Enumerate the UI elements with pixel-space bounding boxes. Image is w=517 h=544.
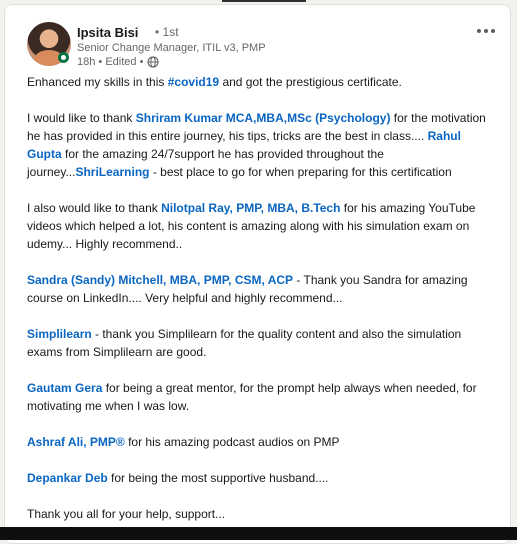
- mention-depankar-deb[interactable]: Depankar Deb: [27, 471, 108, 485]
- paragraph-2: I would like to thank Shriram Kumar MCA,…: [27, 111, 486, 179]
- paragraph-5: Simplilearn - thank you Simplilearn for …: [27, 327, 462, 359]
- mention-ashraf-ali[interactable]: Ashraf Ali, PMP®: [27, 435, 125, 449]
- mention-nilotpal-ray[interactable]: Nilotpal Ray, PMP, MBA, B.Tech: [161, 201, 340, 215]
- feed-post-card: Ipsita Bisi • 1st Senior Change Manager,…: [4, 4, 511, 544]
- mention-shrilearning[interactable]: ShriLearning: [75, 165, 149, 179]
- more-options-icon: [477, 29, 481, 33]
- paragraph-1: Enhanced my skills in this #covid19 and …: [27, 75, 402, 89]
- mention-shriram-kumar[interactable]: Shriram Kumar MCA,MBA,MSc (Psychology): [136, 111, 391, 125]
- post-meta: 18h • Edited •: [77, 56, 144, 68]
- top-edge-bar: [222, 0, 306, 2]
- paragraph-7: Ashraf Ali, PMP® for his amazing podcast…: [27, 435, 340, 449]
- bottom-edge-bar: [0, 527, 517, 540]
- connection-degree: • 1st: [155, 25, 179, 39]
- mention-gautam-gera[interactable]: Gautam Gera: [27, 381, 102, 395]
- hashtag-covid19[interactable]: #covid19: [168, 75, 219, 89]
- paragraph-9: Thank you all for your help, support...: [27, 507, 226, 521]
- paragraph-3: I also would like to thank Nilotpal Ray,…: [27, 201, 476, 251]
- globe-icon: [147, 56, 159, 68]
- author-headline: Senior Change Manager, ITIL v3, PMP: [77, 42, 266, 54]
- paragraph-8: Depankar Deb for being the most supporti…: [27, 471, 329, 485]
- mention-simplilearn[interactable]: Simplilearn: [27, 327, 92, 341]
- author-name[interactable]: Ipsita Bisi: [77, 25, 138, 40]
- post-body: Enhanced my skills in this #covid19 and …: [27, 73, 493, 541]
- paragraph-4: Sandra (Sandy) Mitchell, MBA, PMP, CSM, …: [27, 273, 468, 305]
- paragraph-6: Gautam Gera for being a great mentor, fo…: [27, 381, 477, 413]
- mention-sandra-mitchell[interactable]: Sandra (Sandy) Mitchell, MBA, PMP, CSM, …: [27, 273, 293, 287]
- more-options-button[interactable]: [473, 19, 499, 43]
- online-status-icon: [58, 52, 69, 63]
